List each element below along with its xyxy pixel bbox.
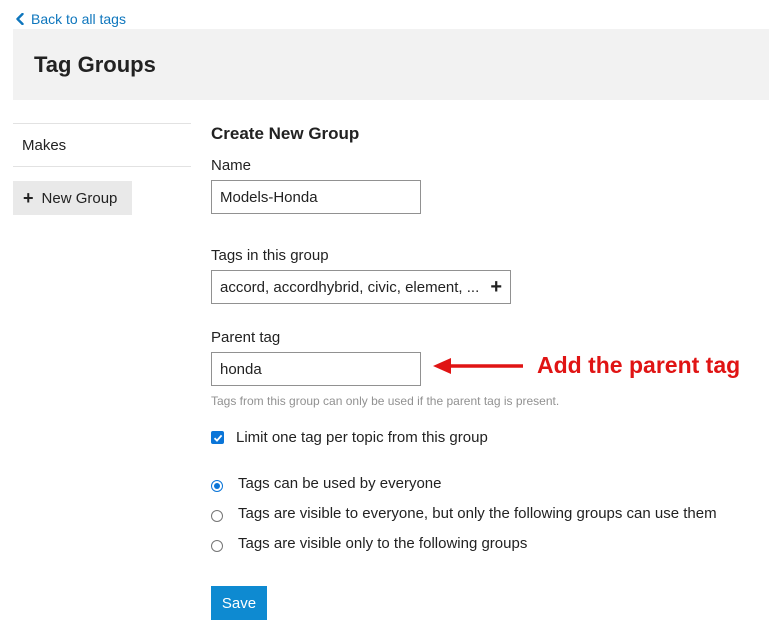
visibility-option[interactable]: Tags are visible only to the following g… <box>211 528 751 558</box>
back-link-label: Back to all tags <box>31 11 126 27</box>
visibility-option-label: Tags are visible only to the following g… <box>238 534 528 552</box>
tags-value: accord, accordhybrid, civic, element, ..… <box>220 278 480 296</box>
chevron-left-icon <box>16 13 24 25</box>
visibility-option[interactable]: Tags can be used by everyone <box>211 468 751 498</box>
limit-one-tag-label: Limit one tag per topic from this group <box>236 429 488 446</box>
visibility-option-label: Tags can be used by everyone <box>238 474 442 492</box>
checkmark-icon <box>213 434 222 442</box>
section-title: Create New Group <box>211 124 360 143</box>
name-label: Name <box>211 157 252 174</box>
new-group-label: New Group <box>41 189 118 207</box>
annotation-text: Add the parent tag <box>537 352 741 378</box>
page-header: Tag Groups <box>13 29 769 100</box>
tag-group-sidebar: Makes + New Group <box>13 123 191 215</box>
name-input[interactable] <box>211 180 421 214</box>
parent-tag-input[interactable] <box>211 352 421 386</box>
page-title: Tag Groups <box>34 52 156 77</box>
parent-tag-help: Tags from this group can only be used if… <box>211 394 560 408</box>
tags-label: Tags in this group <box>211 247 329 264</box>
sidebar-item-makes[interactable]: Makes <box>13 123 191 167</box>
plus-icon[interactable]: + <box>490 277 502 297</box>
limit-one-tag-row[interactable]: Limit one tag per topic from this group <box>211 429 751 446</box>
tags-chooser[interactable]: accord, accordhybrid, civic, element, ..… <box>211 270 511 304</box>
visibility-option-label: Tags are visible to everyone, but only t… <box>238 504 717 522</box>
back-to-all-tags-link[interactable]: Back to all tags <box>15 10 126 28</box>
plus-icon: + <box>23 188 34 208</box>
visibility-radio[interactable] <box>211 480 223 492</box>
visibility-radio-group: Tags can be used by everyone Tags are vi… <box>211 468 751 558</box>
parent-tag-label: Parent tag <box>211 329 281 346</box>
limit-one-tag-checkbox[interactable] <box>211 431 224 444</box>
annotation-callout: Add the parent tag <box>433 352 740 379</box>
new-group-button[interactable]: + New Group <box>13 181 132 215</box>
save-button[interactable]: Save <box>211 586 267 620</box>
visibility-option[interactable]: Tags are visible to everyone, but only t… <box>211 498 751 528</box>
arrow-left-icon <box>433 357 523 374</box>
visibility-radio[interactable] <box>211 510 223 522</box>
sidebar-item-label: Makes <box>22 136 67 154</box>
visibility-radio[interactable] <box>211 540 223 552</box>
